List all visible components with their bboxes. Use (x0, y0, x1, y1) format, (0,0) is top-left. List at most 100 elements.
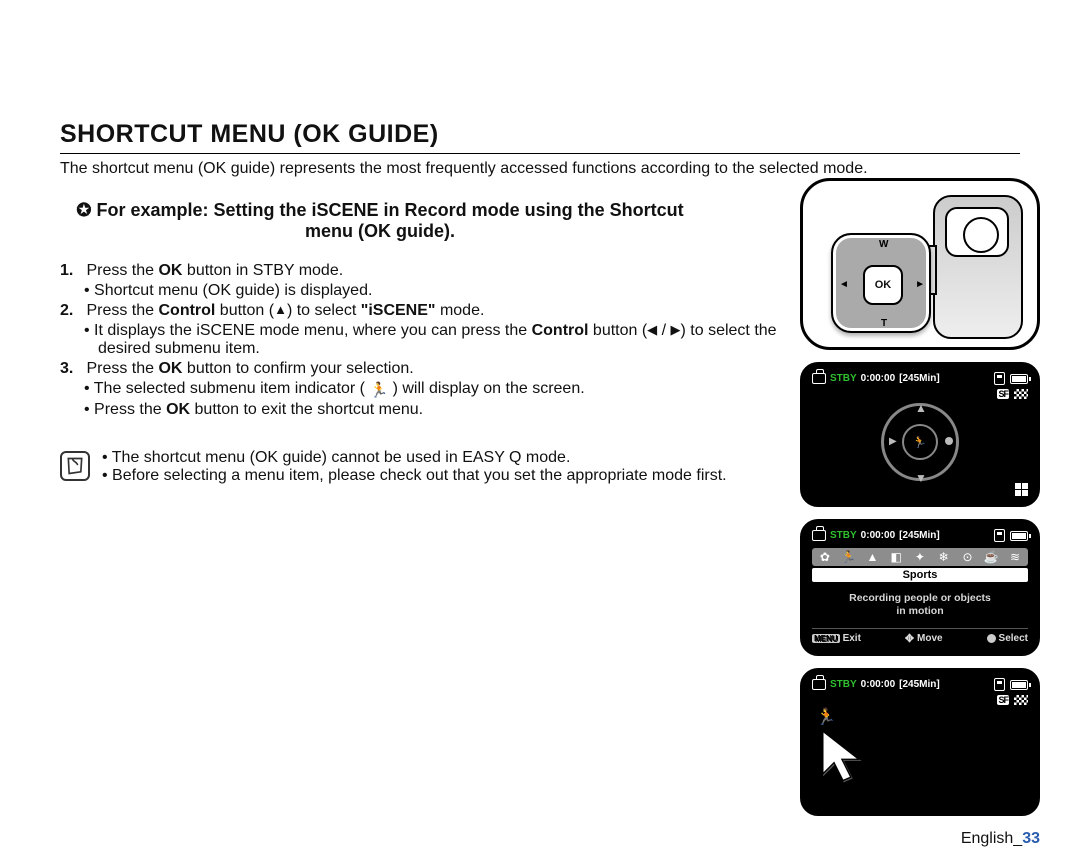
wheel-left-play-icon[interactable]: ▶ (889, 436, 897, 447)
camcorder-body (933, 195, 1023, 339)
step-2-b1-a: It displays the iSCENE mode menu, where … (94, 322, 532, 339)
camcorder-mode-icon (812, 679, 826, 690)
softkey-move[interactable]: ✥Move (905, 632, 943, 645)
step-1-text-c: button in STBY mode. (182, 262, 343, 279)
lcd3-timecode: 0:00:00 (861, 679, 895, 690)
wheel-right-rec-icon[interactable] (945, 437, 953, 445)
ok-pad-right[interactable]: ► (915, 279, 925, 290)
lcd1-remain: [245Min] (899, 373, 940, 384)
up-arrow-icon: ▲ (274, 302, 287, 317)
example-heading: ✪ For example: Setting the iSCENE in Rec… (60, 200, 700, 242)
lcd2-timecode: 0:00:00 (861, 530, 895, 541)
step-3-b2-ok: OK (166, 401, 190, 418)
resolution-icon (1014, 695, 1028, 705)
scene-description: Recording people or objects in motion (810, 592, 1030, 618)
step-2-b1-c: button ( (588, 322, 647, 339)
step-3-text-c: button to confirm your selection. (182, 360, 413, 377)
scene-portrait-icon[interactable]: ▲ (863, 550, 881, 564)
step-3-bullet-1: The selected submenu item indicator ( 🏃 … (98, 380, 780, 399)
scene-waterfall-icon[interactable]: ≋ (1006, 550, 1024, 564)
softkey-exit[interactable]: MENUExit (812, 632, 861, 645)
nav-move-icon: ✥ (905, 632, 914, 645)
iscene-core-icon[interactable]: 🏃 (902, 424, 938, 460)
page-title: SHORTCUT MENU (OK GUIDE) (60, 120, 1020, 149)
step-2-iscene: "iSCENE" (361, 302, 436, 319)
step-2-control: Control (158, 302, 215, 319)
step-3-b1-b: ) will display on the screen. (388, 380, 585, 397)
title-rule (60, 153, 1020, 154)
lcd1-timecode: 0:00:00 (861, 373, 895, 384)
scene-sports-icon[interactable]: 🏃 (840, 550, 858, 564)
thumbnail-index-icon (1015, 483, 1028, 496)
note-block: The shortcut menu (OK guide) cannot be u… (60, 449, 790, 485)
scene-highspeed-icon[interactable]: ⊙ (958, 550, 976, 564)
step-2-text-a: Press the (86, 302, 158, 319)
step-3-b1-a: The selected submenu item indicator ( (94, 380, 370, 397)
left-arrow-icon: ◀ (647, 322, 657, 337)
note-1: The shortcut menu (OK guide) cannot be u… (102, 449, 727, 467)
note-icon (60, 451, 90, 481)
lcd2-stby: STBY (830, 530, 857, 541)
step-2-b1-control: Control (532, 322, 589, 339)
lcd-screen-2: STBY 0:00:00 [245Min] ✿ 🏃 ▲ ◧ ✦ ❄ ⊙ ☕ ≋ … (800, 519, 1040, 656)
intro-text: The shortcut menu (OK guide) represents … (60, 160, 1020, 178)
right-arrow-icon: ▶ (671, 322, 681, 337)
step-3-b2-a: Press the (94, 401, 166, 418)
step-1-bullet-1: Shortcut menu (OK guide) is displayed. (98, 282, 780, 300)
card-icon (994, 372, 1005, 385)
ok-pad-ok-button[interactable]: OK (863, 265, 903, 305)
battery-icon (1010, 374, 1028, 384)
card-icon (994, 678, 1005, 691)
runner-icon: 🏃 (369, 382, 388, 399)
step-3-text-a: Press the (86, 360, 158, 377)
lcd3-stby: STBY (830, 679, 857, 690)
step-1-ok: OK (158, 262, 182, 279)
step-3-ok: OK (158, 360, 182, 377)
page-footer: English_33 (961, 830, 1040, 848)
scene-desc-l1: Recording people or objects (810, 592, 1030, 605)
camcorder-illustration: OK W T ◄ ► (800, 178, 1040, 350)
steps-list: 1. Press the OK button in STBY mode. Sho… (60, 262, 780, 419)
step-3-b2-c: button to exit the shortcut menu. (190, 401, 423, 418)
camcorder-mode-icon (812, 373, 826, 384)
scene-selected-label: Sports (812, 568, 1028, 582)
page-number: 33 (1022, 830, 1040, 847)
wheel-down-icon[interactable]: ▼ (915, 471, 927, 485)
step-2-text-c: button ( (215, 302, 274, 319)
scene-food-icon[interactable]: ☕ (982, 550, 1000, 564)
scene-snow-icon[interactable]: ❄ (935, 550, 953, 564)
shortcut-wheel: 🏃 ▲ ▼ ▶ (881, 403, 959, 481)
camcorder-mode-icon (812, 530, 826, 541)
ok-pad-left[interactable]: ◄ (839, 279, 849, 290)
menu-key-icon: MENU (812, 634, 840, 643)
softkey-select[interactable]: Select (987, 632, 1028, 645)
scene-beach-icon[interactable]: ✦ (911, 550, 929, 564)
step-2-text-d: ) to select (287, 302, 361, 319)
battery-icon (1010, 680, 1028, 690)
step-3-bullet-2: Press the OK button to exit the shortcut… (98, 401, 780, 419)
step-2-num: 2. (60, 302, 82, 320)
iscene-strip[interactable]: ✿ 🏃 ▲ ◧ ✦ ❄ ⊙ ☕ ≋ (812, 548, 1028, 566)
step-2-text-f: mode. (436, 302, 485, 319)
scene-auto-icon[interactable]: ✿ (816, 550, 834, 564)
iscene-indicator-icon: 🏃 (816, 707, 836, 727)
sf-quality-icon: SF (997, 695, 1009, 705)
step-3: 3. Press the OK button to confirm your s… (60, 360, 780, 378)
example-heading-text: ✪ For example: Setting the iSCENE in Rec… (76, 200, 683, 241)
lcd2-remain: [245Min] (899, 530, 940, 541)
ok-pad-t[interactable]: T (881, 318, 887, 329)
footer-sep: _ (1013, 830, 1022, 847)
lcd1-stby: STBY (830, 373, 857, 384)
ok-pad-w[interactable]: W (879, 239, 888, 250)
ok-pad: OK W T ◄ ► (831, 233, 931, 333)
step-2: 2. Press the Control button (▲) to selec… (60, 302, 780, 320)
cursor-arrow-icon (820, 729, 866, 788)
scene-spotlight-icon[interactable]: ◧ (887, 550, 905, 564)
scene-desc-l2: in motion (810, 605, 1030, 618)
step-1-num: 1. (60, 262, 82, 280)
wheel-up-icon[interactable]: ▲ (915, 401, 927, 415)
step-1-text-a: Press the (86, 262, 158, 279)
card-icon (994, 529, 1005, 542)
resolution-icon (1014, 389, 1028, 399)
lcd3-remain: [245Min] (899, 679, 940, 690)
